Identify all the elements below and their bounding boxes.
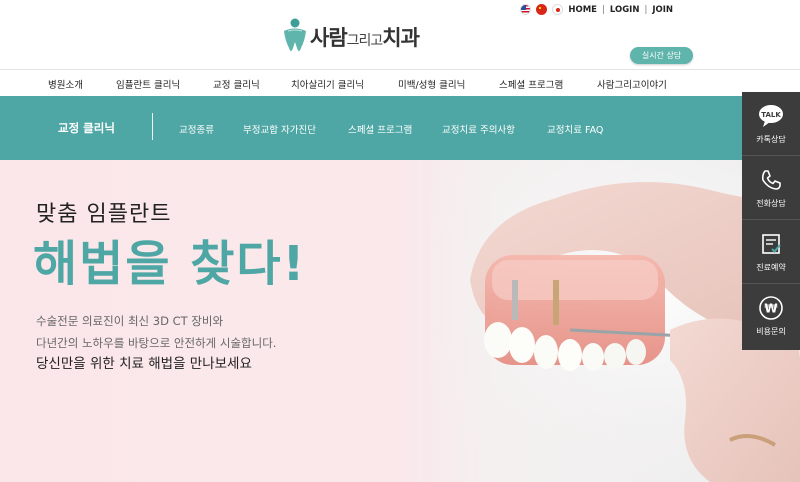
nav-item-about[interactable]: 병원소개 <box>48 77 83 91</box>
subnav-item-precautions[interactable]: 교정치료 주의사항 <box>442 122 515 136</box>
jp-flag-icon[interactable] <box>552 4 564 15</box>
hero-tagline: 당신만을 위한 치료 해법을 만나보세요 <box>36 356 252 372</box>
quick-label-kakao: 카톡상담 <box>756 135 786 144</box>
quick-label-cost: 비용문의 <box>756 327 786 336</box>
talk-icon: TALK <box>757 102 785 130</box>
hero-banner: 맞춤 임플란트 해법을 찾다! 수술전문 의료진이 최신 3D CT 장비와 다… <box>0 160 800 482</box>
quick-item-phone[interactable]: 전화상담 <box>742 156 800 220</box>
cn-flag-icon[interactable] <box>536 4 548 15</box>
sub-navigation: 교정 클리닉 교정종류 부정교합 자가진단 스페셜 프로그램 교정치료 주의사항… <box>0 96 800 160</box>
hero-description-line-2: 다년간의 노하우를 바탕으로 안전하게 시술합니다. <box>36 336 277 350</box>
tooth-logo-icon <box>284 18 306 51</box>
subnav-item-special-program[interactable]: 스페셜 프로그램 <box>348 122 412 136</box>
subnav-item-types[interactable]: 교정종류 <box>179 122 214 136</box>
home-link[interactable]: HOME <box>568 5 597 15</box>
nav-item-special-program[interactable]: 스페셜 프로그램 <box>499 77 563 91</box>
logo[interactable]: 사람그리고치과 <box>283 18 420 56</box>
separator: | <box>644 4 648 15</box>
calendar-icon <box>757 230 785 258</box>
subnav-item-faq[interactable]: 교정치료 FAQ <box>547 122 603 136</box>
join-link[interactable]: JOIN <box>652 5 673 15</box>
login-link[interactable]: LOGIN <box>610 5 640 15</box>
hero-description-line-1: 수술전문 의료진이 최신 3D CT 장비와 <box>36 314 224 328</box>
header: 사람그리고치과 HOME | LOGIN | JOIN 실시간 상담 <box>0 0 800 69</box>
divider <box>152 113 153 140</box>
main-navigation: 병원소개 임플란트 클리닉 교정 클리닉 치아살리기 클리닉 미백/성형 클리닉… <box>0 69 800 96</box>
quick-label-reservation: 진료예약 <box>756 263 786 272</box>
svg-text:TALK: TALK <box>761 111 781 119</box>
hero-description: 수술전문 의료진이 최신 3D CT 장비와 다년간의 노하우를 바탕으로 안전… <box>36 310 276 354</box>
nav-item-tooth-saving[interactable]: 치아살리기 클리닉 <box>291 77 364 91</box>
section-title: 교정 클리닉 <box>58 121 115 135</box>
quick-item-cost[interactable]: ₩ 비용문의 <box>742 284 800 348</box>
quick-item-kakao-talk[interactable]: TALK 카톡상담 <box>742 92 800 156</box>
nav-item-story[interactable]: 사람그리고이야기 <box>597 77 667 91</box>
svg-text:₩: ₩ <box>764 302 778 316</box>
quick-menu: TALK 카톡상담 전화상담 진료예약 ₩ 비용문의 <box>742 92 800 350</box>
nav-item-whitening[interactable]: 미백/성형 클리닉 <box>398 77 465 91</box>
won-icon: ₩ <box>757 294 785 322</box>
separator: | <box>601 4 605 15</box>
nav-item-orthodontics[interactable]: 교정 클리닉 <box>213 77 260 91</box>
subnav-item-self-diagnosis[interactable]: 부정교합 자가진단 <box>243 122 316 136</box>
top-utility-bar: HOME | LOGIN | JOIN <box>520 4 673 15</box>
live-consult-button[interactable]: 실시간 상담 <box>630 47 693 64</box>
hero-title: 해법을 찾다! <box>33 236 307 292</box>
quick-label-phone: 전화상담 <box>756 199 786 208</box>
quick-item-reservation[interactable]: 진료예약 <box>742 220 800 284</box>
phone-icon <box>757 166 785 194</box>
us-flag-icon[interactable] <box>520 4 532 15</box>
nav-item-implant[interactable]: 임플란트 클리닉 <box>116 77 180 91</box>
logo-text: 사람그리고치과 <box>310 26 420 50</box>
